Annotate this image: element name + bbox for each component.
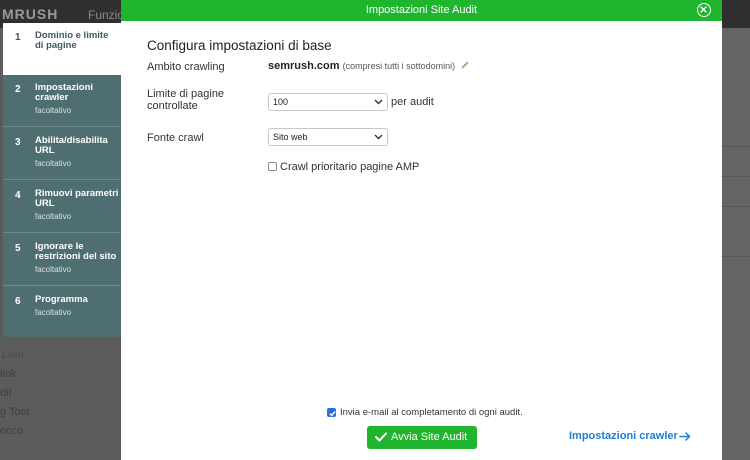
background-link: g Tool: [0, 406, 30, 418]
step-subtitle: facoltativo: [35, 159, 72, 168]
close-button[interactable]: [697, 3, 711, 17]
step-ignore-restrictions[interactable]: 5 Ignorare le restrizioni del sito facol…: [3, 234, 121, 286]
start-site-audit-button[interactable]: Avvia Site Audit: [367, 426, 477, 449]
step-title: Dominio e limite di pagine: [35, 30, 109, 51]
background-divider: [722, 256, 750, 257]
site-audit-settings-modal: Impostazioni Site Audit Configura impost…: [121, 0, 722, 460]
source-label: Fonte crawl: [147, 132, 204, 144]
page-limit-select[interactable]: 100: [268, 93, 388, 111]
modal-title: Impostazioni Site Audit: [365, 4, 478, 16]
step-number: 1: [15, 32, 21, 43]
step-title: Ignorare le restrizioni del sito: [35, 241, 117, 262]
step-title: Abilita/disabilita URL: [35, 135, 108, 156]
step-domain-limit[interactable]: 1 Dominio e limite di pagine: [3, 23, 121, 75]
modal-header: Impostazioni Site Audit: [121, 0, 722, 21]
domain-note: (compresi tutti i sottodomini): [342, 61, 456, 71]
background-logo: MRUSH: [2, 6, 59, 22]
step-number: 2: [15, 84, 21, 95]
crawl-source-select[interactable]: Sito web: [268, 128, 388, 146]
step-number: 3: [15, 137, 21, 148]
limit-label: Limite di pagine controllate: [147, 88, 225, 112]
background-link: occo: [0, 425, 24, 437]
step-schedule[interactable]: 6 Programma facoltativo: [3, 287, 121, 337]
email-notify-checkbox[interactable]: [327, 408, 336, 417]
background-right-column: [722, 28, 750, 460]
background-divider: [722, 206, 750, 207]
step-subtitle: facoltativo: [35, 106, 72, 115]
background-divider: [722, 146, 750, 147]
crawler-settings-link[interactable]: Impostazioni crawler: [569, 430, 691, 442]
start-site-audit-label: Avvia Site Audit: [391, 431, 468, 443]
domain-value: semrush.com (compresi tutti i sottodomin…: [268, 60, 455, 72]
section-title: Configura impostazioni di base: [147, 38, 332, 53]
step-subtitle: facoltativo: [35, 265, 72, 274]
chevron-down-icon: [374, 134, 383, 140]
limit-suffix: per audit: [391, 96, 434, 108]
step-crawler-settings[interactable]: 2 Impostazioni crawler facoltativo: [3, 75, 121, 127]
step-subtitle: facoltativo: [35, 212, 72, 221]
background-link: dit: [0, 387, 12, 399]
background-section-label: LINK: [2, 350, 25, 360]
check-icon: [329, 411, 336, 417]
checkmark-icon: [375, 432, 387, 442]
domain-name: semrush.com: [268, 60, 340, 72]
close-icon: [700, 6, 707, 13]
crawl-source-value: Sito web: [273, 132, 308, 142]
background-link: link: [0, 368, 17, 380]
step-number: 5: [15, 243, 21, 254]
step-number: 4: [15, 190, 21, 201]
step-title: Programma: [35, 294, 88, 305]
chevron-down-icon: [374, 99, 383, 105]
step-allow-disallow-url[interactable]: 3 Abilita/disabilita URL facoltativo: [3, 128, 121, 180]
arrow-right-icon: [679, 432, 691, 441]
background-divider: [722, 176, 750, 177]
amp-crawl-label: Crawl prioritario pagine AMP: [280, 161, 420, 173]
scope-label: Ambito crawling: [147, 61, 225, 73]
background-menu: Funzio: [88, 8, 125, 22]
pencil-icon[interactable]: [460, 60, 470, 70]
page-limit-value: 100: [273, 97, 289, 107]
step-remove-url-params[interactable]: 4 Rimuovi parametri URL facoltativo: [3, 181, 121, 233]
step-number: 6: [15, 296, 21, 307]
amp-crawl-checkbox[interactable]: [268, 162, 277, 171]
step-subtitle: facoltativo: [35, 308, 72, 317]
crawler-settings-link-label: Impostazioni crawler: [569, 430, 678, 442]
step-title: Impostazioni crawler: [35, 82, 94, 103]
wizard-steps: 1 Dominio e limite di pagine 2 Impostazi…: [3, 23, 121, 337]
email-notify-label: Invia e-mail al completamento di ogni au…: [340, 407, 523, 418]
step-title: Rimuovi parametri URL: [35, 188, 119, 209]
